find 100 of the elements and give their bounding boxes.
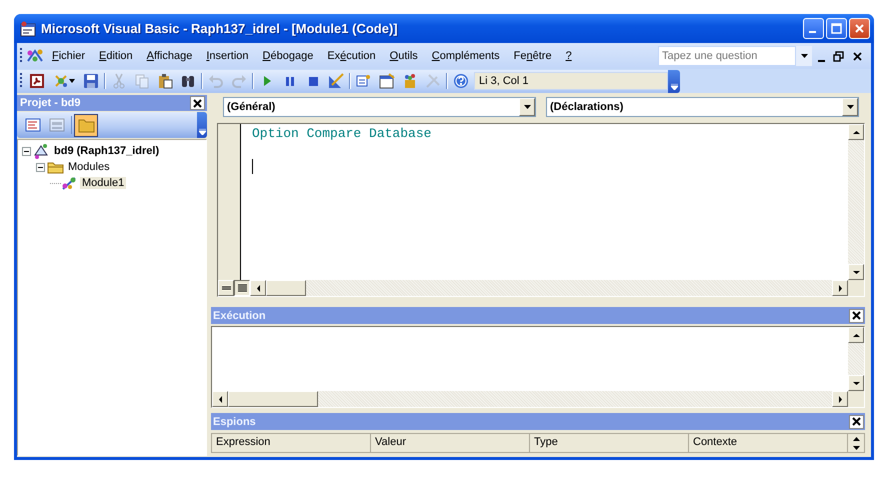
binoculars-icon: [180, 73, 196, 89]
maximize-button[interactable]: [826, 18, 847, 39]
window-title: Microsoft Visual Basic - Raph137_idrel - [Module1 (Code)]: [41, 21, 399, 36]
module-icon: [61, 175, 78, 191]
column-header[interactable]: Type: [530, 434, 689, 452]
menu-item[interactable]: ?: [558, 48, 579, 64]
down-arrow-icon: [852, 382, 860, 384]
undo-icon: [208, 73, 224, 89]
scroll-left-button[interactable]: [212, 391, 228, 407]
up-arrow-icon: [852, 436, 860, 440]
procedure-dropdown[interactable]: (Déclarations): [546, 97, 859, 117]
scroll-down-button[interactable]: [848, 375, 864, 391]
pane-title: Espions: [213, 416, 257, 428]
caret-icon: [524, 105, 530, 109]
object-dropdown[interactable]: (Général): [223, 97, 536, 117]
project-explorer-icon: [356, 73, 372, 89]
menu-item[interactable]: Insertion: [199, 48, 256, 64]
lines-icon: [222, 284, 230, 292]
chevron-icon: [670, 84, 678, 90]
app-icon: [20, 20, 36, 36]
scissors-icon: [110, 73, 126, 89]
panel-title: Projet - bd9: [20, 97, 82, 109]
down-arrow-icon: [852, 446, 860, 450]
view-form-icon: [49, 117, 65, 133]
menu-item[interactable]: Débogage: [256, 48, 320, 64]
toolbar-options-button[interactable]: [197, 112, 207, 138]
scroll-down-button[interactable]: [848, 264, 864, 280]
vertical-scrollbar[interactable]: [848, 327, 864, 391]
close-icon: [852, 417, 861, 426]
scroll-up-button[interactable]: [848, 124, 864, 140]
column-header[interactable]: Valeur: [371, 434, 530, 452]
close-icon: [852, 50, 863, 62]
horizontal-scrollbar[interactable]: [250, 280, 848, 296]
restore-button[interactable]: [833, 50, 844, 62]
close-button[interactable]: [852, 50, 863, 62]
menu-item[interactable]: Edition: [92, 48, 140, 64]
tree-item[interactable]: Modules: [66, 161, 112, 173]
menu-item[interactable]: Fenêtre: [506, 48, 559, 64]
close-icon: [854, 23, 865, 34]
copy-icon: [134, 73, 150, 89]
menu-item[interactable]: Exécution: [320, 48, 383, 64]
scroll-thumb[interactable]: [228, 391, 318, 407]
scroll-right-button[interactable]: [832, 391, 848, 407]
close-button[interactable]: [849, 308, 864, 322]
menu-item[interactable]: Fichier: [45, 48, 92, 64]
close-icon: [852, 311, 861, 320]
close-button[interactable]: [190, 96, 205, 110]
dropdown-button[interactable]: [796, 46, 812, 66]
caret-icon: [846, 105, 854, 109]
clipboard-icon: [156, 73, 172, 89]
tree-item[interactable]: bd9 (Raph137_idrel): [52, 145, 162, 157]
help-search-field[interactable]: Tapez une question: [658, 46, 796, 66]
procedure-view-button[interactable]: [218, 280, 234, 296]
up-arrow-icon: [852, 334, 860, 336]
scroll-left-button[interactable]: [250, 280, 266, 296]
lines-icon: [238, 284, 246, 292]
full-module-view-button[interactable]: [234, 280, 250, 296]
folder-icon: [78, 117, 94, 133]
right-arrow-icon: [838, 284, 842, 292]
close-icon: [193, 98, 202, 108]
scroll-thumb[interactable]: [266, 280, 306, 296]
pane-title: Exécution: [213, 310, 267, 322]
chevron-icon: [198, 129, 206, 135]
left-arrow-icon: [256, 284, 260, 292]
minimize-icon: [818, 60, 825, 62]
code-line: Option Compare Database: [252, 126, 432, 142]
toolbar-options-button[interactable]: [668, 70, 680, 92]
caret-icon: [68, 79, 74, 83]
close-button[interactable]: [849, 414, 864, 428]
menu-item[interactable]: Compléments: [424, 48, 507, 64]
sparkle-icon: [52, 73, 68, 89]
left-arrow-icon: [218, 396, 222, 402]
right-arrow-icon: [838, 396, 842, 402]
tree-item[interactable]: Module1: [80, 177, 126, 189]
collapse-button[interactable]: [22, 146, 31, 156]
minimize-icon: [809, 31, 816, 33]
redo-icon: [230, 73, 246, 89]
help-icon: [452, 73, 468, 89]
horizontal-scrollbar[interactable]: [212, 391, 848, 407]
properties-window-icon: [378, 73, 394, 89]
up-arrow-icon: [852, 130, 860, 134]
folder-button[interactable]: [74, 114, 98, 136]
maximize-icon: [831, 23, 842, 34]
vertical-scrollbar[interactable]: [847, 124, 864, 280]
set-square-icon: [328, 73, 344, 89]
menu-item[interactable]: Outils: [382, 48, 425, 64]
project-icon: [33, 143, 50, 159]
code-editor[interactable]: Option Compare Database: [241, 124, 847, 280]
restore-icon: [833, 50, 844, 62]
column-header[interactable]: Expression: [212, 434, 371, 452]
tools-icon: [424, 73, 440, 89]
menu-item[interactable]: Affichage: [140, 48, 200, 64]
scroll-up-button[interactable]: [848, 327, 864, 343]
caret-icon: [800, 54, 808, 58]
scroll-right-button[interactable]: [832, 280, 848, 296]
down-arrow-icon: [852, 270, 860, 274]
minus-icon: [24, 148, 29, 154]
access-key-icon: [28, 73, 44, 89]
cursor-position: Li 3, Col 1: [474, 72, 668, 90]
collapse-button[interactable]: [36, 162, 45, 172]
